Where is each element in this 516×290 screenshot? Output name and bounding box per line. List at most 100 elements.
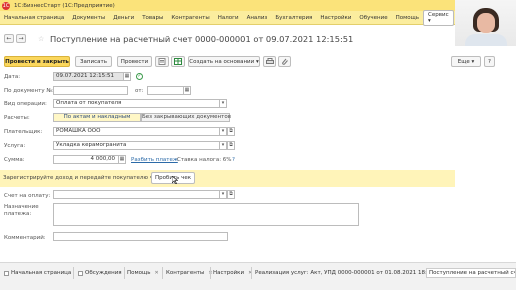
service-open-icon[interactable]: ⧉	[227, 141, 235, 150]
divider	[124, 267, 125, 279]
taskbar-item-label: Поступление на расчетный сч...	[429, 270, 516, 276]
taskbar-item-label: Настройки	[213, 270, 245, 276]
from-calendar-icon[interactable]: ▦	[183, 86, 191, 95]
post-button[interactable]: Провести	[117, 56, 152, 67]
from-date-field[interactable]	[147, 86, 184, 95]
operation-field[interactable]: Оплата от покупателя	[53, 99, 220, 108]
menu-item-money[interactable]: Деньги	[109, 15, 138, 21]
home-icon	[4, 270, 9, 276]
receipt-banner: Зарегистрируйте доход и передайте покупа…	[0, 170, 455, 187]
taskbar-item-discussions[interactable]: Обсуждения	[78, 268, 122, 278]
menu-item-analysis[interactable]: Анализ	[243, 15, 272, 21]
split-payment-link[interactable]: Разбить платеж	[131, 157, 178, 163]
arrow-left-icon[interactable]: ←	[4, 34, 14, 43]
open-windows-bar: Начальная страница Обсуждения Помощь ✕ Ко…	[0, 262, 516, 290]
payer-open-icon[interactable]: ⧉	[227, 127, 235, 136]
payer-dropdown-icon[interactable]: ▾	[219, 127, 227, 136]
date-field[interactable]: 09.07.2021 12:15:51	[53, 72, 124, 81]
service-dropdown-icon[interactable]: ▾	[219, 141, 227, 150]
taskbar-item-sales-act[interactable]: Реализация услуг: Акт, УПД 0000-000001 о…	[255, 268, 451, 278]
menu-item-counterparties[interactable]: Контрагенты	[167, 15, 213, 21]
print-icon-button[interactable]	[263, 56, 276, 67]
invoice-open-icon[interactable]: ⧉	[227, 190, 235, 199]
taskbar-item-label: Контрагенты	[166, 270, 205, 276]
document-icon	[158, 58, 166, 65]
mouse-cursor-icon	[172, 176, 178, 184]
divider	[251, 267, 252, 279]
posted-status-icon: ✓	[136, 73, 143, 80]
doc-number-field[interactable]	[53, 86, 128, 95]
date-label: Дата:	[4, 74, 21, 80]
taskbar-item-counterparties[interactable]: Контрагенты✕	[166, 268, 213, 278]
taskbar-item-help[interactable]: Помощь ✕	[127, 268, 159, 278]
tab-without-closing-docs[interactable]: Без закрывающих документов	[141, 113, 231, 122]
tab-by-acts[interactable]: По актам и накладным	[53, 113, 141, 122]
taskbar-item-settings[interactable]: Настройки✕	[213, 268, 252, 278]
vat-rate-text: Ставка налога: 6%	[177, 157, 232, 163]
app-logo-icon: 1С	[2, 1, 10, 10]
close-icon[interactable]: ✕	[154, 268, 158, 278]
comment-field[interactable]	[53, 232, 228, 241]
payer-label: Плательщик:	[4, 129, 43, 135]
table-icon	[174, 58, 182, 65]
toolbar: Провести и закрыть Записать Провести Соз…	[4, 56, 495, 67]
sum-label: Сумма:	[4, 157, 25, 163]
invoice-field[interactable]	[53, 190, 220, 199]
help-button[interactable]: ?	[484, 56, 495, 67]
webcam-overlay	[455, 0, 516, 46]
taskbar-item-current-receipt[interactable]: Поступление на расчетный сч...	[426, 268, 516, 278]
service-dropdown[interactable]: Сервис ▾	[423, 9, 454, 26]
star-icon[interactable]: ☆	[38, 35, 44, 43]
settlements-label: Расчеты:	[4, 115, 30, 121]
taskbar-item-label: Обсуждения	[85, 270, 122, 276]
operation-dropdown-icon[interactable]: ▾	[219, 99, 227, 108]
menu-item-settings[interactable]: Настройки	[316, 15, 355, 21]
print-button[interactable]	[155, 56, 169, 67]
divider	[210, 267, 211, 279]
save-button[interactable]: Записать	[75, 56, 112, 67]
presenter-shirt	[465, 34, 507, 46]
doc-number-label: По документу №:	[4, 88, 54, 94]
post-and-close-button[interactable]: Провести и закрыть	[4, 56, 70, 67]
title-bar: 1С 1С:БизнесСтарт (1С:Предприятие)	[0, 0, 455, 11]
arrow-right-icon[interactable]: →	[16, 34, 26, 43]
menu-item-goods[interactable]: Товары	[138, 15, 167, 21]
attach-button[interactable]	[278, 56, 291, 67]
invoice-dropdown-icon[interactable]: ▾	[219, 190, 227, 199]
menu-item-documents[interactable]: Документы	[68, 15, 109, 21]
service-field[interactable]: Укладка керамогранита	[53, 141, 220, 150]
presenter-face	[477, 13, 495, 33]
menu-item-home[interactable]: Начальная страница	[0, 15, 68, 21]
calculator-icon[interactable]: ▦	[118, 155, 126, 164]
taskbar-item-home[interactable]: Начальная страница	[4, 268, 71, 278]
invoice-label: Счет на оплату:	[4, 193, 51, 199]
from-label: от:	[135, 88, 144, 94]
menu-item-accounting[interactable]: Бухгалтерия	[271, 15, 316, 21]
more-button[interactable]: Еще ▾	[451, 56, 481, 67]
taskbar-item-label: Начальная страница	[11, 270, 72, 276]
app-title: 1С:БизнесСтарт (1С:Предприятие)	[14, 2, 115, 9]
movements-button[interactable]	[171, 56, 185, 67]
taskbar-item-label: Реализация услуг: Акт, УПД 0000-000001 о…	[255, 270, 443, 276]
calendar-icon[interactable]: ▦	[123, 72, 131, 81]
main-menu: Начальная страница Документы Деньги Това…	[0, 9, 455, 26]
purpose-textarea[interactable]	[53, 203, 359, 226]
menu-item-learning[interactable]: Обучение	[355, 15, 391, 21]
help-mark[interactable]: ?	[232, 157, 235, 163]
menu-item-help[interactable]: Помощь	[392, 15, 423, 21]
operation-label: Вид операции:	[4, 101, 47, 107]
more-label: Еще	[457, 58, 470, 65]
sum-field[interactable]: 4 000,00	[53, 155, 119, 164]
chat-icon	[78, 270, 83, 276]
create-based-on-button[interactable]: Создать на основании ▾	[188, 56, 260, 67]
history-nav: ← →	[4, 34, 26, 43]
taskbar-item-label: Помощь	[127, 270, 151, 276]
document-title: Поступление на расчетный счет 0000-00000…	[50, 34, 354, 44]
comment-label: Комментарий:	[4, 235, 46, 241]
service-label: Сервис	[428, 11, 449, 18]
payer-field[interactable]: РОМАШКА ООО	[53, 127, 220, 136]
divider	[73, 267, 74, 279]
printer-icon	[265, 58, 274, 64]
menu-item-taxes[interactable]: Налоги	[214, 15, 243, 21]
create-based-on-label: Создать на основании	[189, 58, 255, 65]
